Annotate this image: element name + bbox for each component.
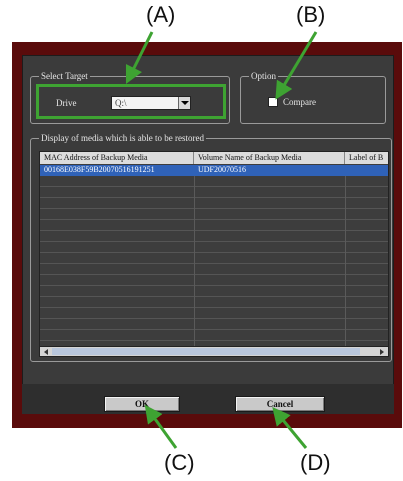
- arrow-d: [272, 407, 308, 449]
- arrow-c: [144, 404, 178, 449]
- arrow-a: [125, 31, 154, 85]
- arrow-b: [275, 31, 318, 100]
- annotation-arrows: [125, 31, 318, 449]
